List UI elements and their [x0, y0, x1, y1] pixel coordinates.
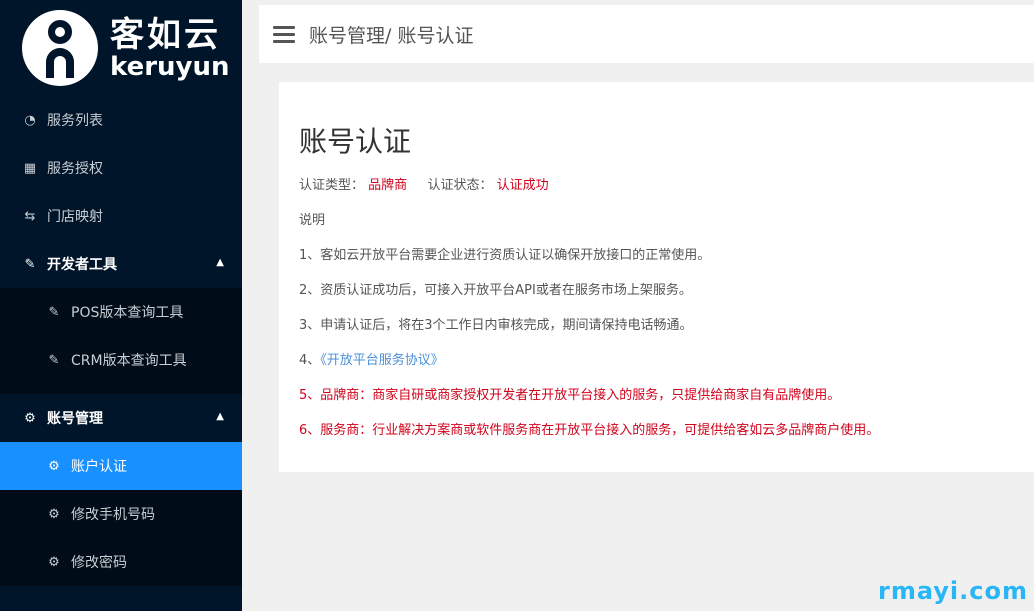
sidebar-item-change-password[interactable]: ⚙ 修改密码: [0, 538, 242, 586]
instruction-line-3: 3、申请认证后，将在3个工作日内审核完成，期间请保持电话畅通。: [299, 318, 693, 333]
breadcrumb: 账号管理/ 账号认证: [309, 24, 474, 47]
sidebar-item-store-mapping[interactable]: ⇆ 门店映射: [0, 192, 242, 240]
account-verification-card: 账号认证 认证类型： 品牌商 认证状态： 认证成功 说明 1、客如云开放平台需要…: [279, 82, 1034, 472]
instruction-line-2: 2、资质认证成功后，可接入开放平台API或者在服务市场上架服务。: [299, 283, 692, 298]
grid-icon: ▦: [23, 160, 37, 176]
sidebar-item-label: CRM版本查询工具: [71, 353, 187, 369]
cert-type-label: 认证类型：: [299, 178, 365, 193]
sidebar-item-label: 账户认证: [71, 459, 127, 475]
sidebar-group-devtools[interactable]: ✎ 开发者工具 ▲: [0, 240, 242, 288]
wrench-icon: ✎: [48, 304, 60, 320]
logo-text-cn: 客如云: [110, 15, 221, 55]
sidebar-item-crm-version-tool[interactable]: ✎ CRM版本查询工具: [0, 336, 242, 384]
devtools-submenu: ✎ POS版本查询工具 ✎ CRM版本查询工具: [0, 288, 242, 394]
logo-text-en: keruyun: [110, 52, 230, 82]
sidebar-group-label: 开发者工具: [47, 257, 117, 273]
sidebar-item-service-list[interactable]: ◔ 服务列表: [0, 96, 242, 144]
instruction-line-6: 6、服务商：行业解决方案商或软件服务商在开放平台接入的服务，可提供给客如云多品牌…: [299, 423, 880, 438]
gear-icon: ⚙: [24, 410, 36, 426]
cert-type-value: 品牌商: [368, 178, 408, 193]
cert-status-value: 认证成功: [496, 178, 549, 193]
gear-icon: ⚙: [48, 458, 60, 474]
sidebar-item-label: 修改手机号码: [71, 507, 155, 523]
instruction-line-5: 5、品牌商：商家自研或商家授权开发者在开放平台接入的服务，只提供给商家自有品牌使…: [299, 388, 841, 403]
sidebar-item-label: 服务列表: [47, 113, 103, 129]
page-title: 账号认证: [299, 125, 412, 158]
sidebar-item-change-phone[interactable]: ⚙ 修改手机号码: [0, 490, 242, 538]
sidebar: 客如云 keruyun ◔ 服务列表 ▦ 服务授权 ⇆ 门店映射 ✎ 开发者工具…: [0, 0, 242, 611]
instructions-heading: 说明: [299, 213, 326, 228]
instruction-line-1: 1、客如云开放平台需要企业进行资质认证以确保开放接口的正常使用。: [299, 248, 711, 263]
gear-icon: ⚙: [48, 554, 60, 570]
menu-toggle-icon[interactable]: [273, 22, 295, 47]
chevron-up-icon: ▲: [216, 257, 224, 268]
wrench-icon: ✎: [24, 256, 36, 272]
cert-status-label: 认证状态：: [427, 178, 493, 193]
sidebar-item-service-auth[interactable]: ▦ 服务授权: [0, 144, 242, 192]
swap-icon: ⇆: [24, 208, 36, 224]
account-submenu: ⚙ 账户认证 ⚙ 修改手机号码 ⚙ 修改密码: [0, 442, 242, 586]
gauge-icon: ◔: [24, 112, 36, 128]
top-header: 账号管理/ 账号认证: [259, 5, 1034, 63]
sidebar-item-label: POS版本查询工具: [71, 305, 184, 321]
sidebar-group-label: 账号管理: [47, 411, 103, 427]
sidebar-item-label: 服务授权: [47, 161, 103, 177]
sidebar-item-pos-version-tool[interactable]: ✎ POS版本查询工具: [0, 288, 242, 336]
watermark: rmayi.com: [877, 577, 1028, 605]
sidebar-item-label: 修改密码: [71, 555, 127, 571]
sidebar-item-account-verification[interactable]: ⚙ 账户认证: [0, 442, 242, 490]
sidebar-group-account[interactable]: ⚙ 账号管理 ▲: [0, 394, 242, 442]
service-agreement-link[interactable]: 《开放平台服务协议》: [320, 353, 444, 368]
instruction-line-4-prefix: 4、: [299, 353, 321, 368]
keruyun-logo-icon: [22, 10, 98, 86]
instruction-line-4: 4、《开放平台服务协议》: [299, 349, 1034, 384]
verification-status-row: 认证类型： 品牌商 认证状态： 认证成功: [299, 174, 1034, 193]
chevron-up-icon: ▲: [216, 411, 224, 422]
logo[interactable]: 客如云 keruyun: [0, 0, 242, 96]
sidebar-item-label: 门店映射: [47, 209, 103, 225]
gear-icon: ⚙: [48, 506, 60, 522]
wrench-icon: ✎: [48, 352, 60, 368]
